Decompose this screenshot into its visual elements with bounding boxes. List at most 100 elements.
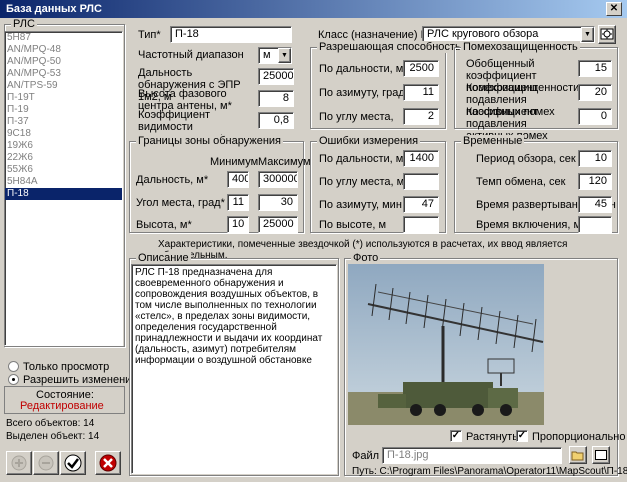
proportional-label: Пропорционально <box>532 431 626 443</box>
stretch-label: Растянуть <box>466 431 518 443</box>
radar-photo <box>348 264 544 425</box>
zone-max-1[interactable]: 30 <box>258 194 298 211</box>
radar-list-item[interactable]: П-19Т <box>5 92 122 104</box>
view-only-label: Только просмотр <box>23 361 110 373</box>
clear-photo-button[interactable] <box>592 446 610 464</box>
allow-edit-label: Разрешить изменения <box>23 374 138 386</box>
radar-list-item[interactable]: П-18 <box>5 188 122 200</box>
open-file-button[interactable] <box>569 446 587 464</box>
resolution-label-2: По углу места, <box>319 111 394 123</box>
timing-field-0[interactable]: 10 <box>578 150 612 167</box>
zone-min-2[interactable]: 10 <box>227 216 249 233</box>
radiohorizon-field[interactable]: 0,8 <box>258 112 294 129</box>
resolution-label-1: По азимуту, град <box>319 87 405 99</box>
zone-max-0[interactable]: 300000 <box>258 171 298 188</box>
stretch-checkbox[interactable]: ✓ <box>450 430 462 442</box>
blank-icon <box>595 450 607 460</box>
remove-button[interactable] <box>33 451 59 475</box>
type-label: Тип* <box>138 29 161 41</box>
radar-photo-image <box>348 264 544 425</box>
freq-dropdown-button[interactable]: ▼ <box>278 48 291 63</box>
errors-field-1[interactable] <box>403 173 439 190</box>
radar-list-item[interactable]: AN/MPQ-50 <box>5 56 122 68</box>
timing-label-0: Период обзора, сек <box>476 153 576 165</box>
check-icon <box>64 454 82 472</box>
radar-list-item[interactable]: AN/TPS-59 <box>5 80 122 92</box>
resolution-field-1[interactable]: 11 <box>403 84 439 101</box>
zone-label-1: Угол места, град* <box>136 197 225 209</box>
zone-max-header: Максимум <box>258 156 311 168</box>
radar-list-item[interactable]: П-19 <box>5 104 122 116</box>
radar-list-item[interactable]: 9С18 <box>5 128 122 140</box>
radar-list-item[interactable]: AN/MPQ-48 <box>5 44 122 56</box>
cancel-button[interactable] <box>95 451 121 475</box>
timing-label-3: Время включения, мин <box>476 219 594 231</box>
minus-icon <box>38 455 54 471</box>
resolution-field-0[interactable]: 2500 <box>403 60 439 77</box>
radar-list-item[interactable]: 5Н87 <box>5 32 122 44</box>
file-path: Путь: C:\Program Files\Panorama\Operator… <box>352 466 627 477</box>
window-titlebar: База данных РЛС <box>0 0 627 18</box>
timing-field-2[interactable]: 45 <box>578 196 612 213</box>
type-field[interactable]: П-18 <box>170 26 292 43</box>
zone-max-2[interactable]: 25000 <box>258 216 298 233</box>
resolution-label-0: По дальности, м <box>319 63 404 75</box>
timing-field-3[interactable] <box>578 216 612 233</box>
noise-field-1[interactable]: 20 <box>578 84 612 101</box>
description-title: Описание <box>136 252 191 264</box>
errors-label-3: По высоте, м <box>319 219 387 231</box>
errors-label-2: По азимуту, мин <box>319 199 402 211</box>
proportional-checkbox[interactable]: ✓ <box>516 430 528 442</box>
timing-label-1: Темп обмена, сек <box>476 176 566 188</box>
class-settings-button[interactable] <box>598 25 616 44</box>
plus-icon <box>11 455 27 471</box>
selected-object: Выделен объект: 14 <box>6 431 100 442</box>
allow-edit-radio[interactable] <box>8 374 19 385</box>
radar-list-item[interactable]: 19Ж6 <box>5 140 122 152</box>
add-button[interactable] <box>6 451 32 475</box>
window-title: База данных РЛС <box>6 3 102 15</box>
file-field[interactable]: П-18.jpg <box>382 447 562 464</box>
radar-list[interactable]: 5Н87 AN/MPQ-48 AN/MPQ-50 AN/MPQ-53 AN/TPS-59… <box>4 31 123 346</box>
description-text[interactable]: РЛС П-18 предназначена для своевременног… <box>131 264 337 474</box>
errors-label-0: По дальности, м <box>319 153 404 165</box>
state-value: Редактирование <box>20 400 104 412</box>
view-only-radio[interactable] <box>8 361 19 372</box>
noise-field-0[interactable]: 15 <box>578 60 612 77</box>
resolution-title: Разрешающая способность <box>317 41 463 53</box>
antenna-field[interactable]: 8 <box>258 90 294 107</box>
class-dropdown-button[interactable]: ▼ <box>581 27 594 42</box>
radar-list-item[interactable]: 55Ж6 <box>5 164 122 176</box>
radar-list-title: РЛС <box>11 18 37 30</box>
radar-list-item[interactable]: П-37 <box>5 116 122 128</box>
timing-title: Временные <box>461 135 525 147</box>
resolution-field-2[interactable]: 2 <box>403 108 439 125</box>
range-field[interactable]: 250000 <box>258 68 294 85</box>
errors-field-3[interactable] <box>403 216 439 233</box>
zone-title: Границы зоны обнаружения <box>136 135 284 147</box>
folder-icon <box>571 451 584 461</box>
radar-list-item[interactable]: 22Ж6 <box>5 152 122 164</box>
errors-field-0[interactable]: 1400 <box>403 150 439 167</box>
radar-list-item[interactable]: 5Н84А <box>5 176 122 188</box>
noise-title: Помехозащищенность <box>461 41 580 53</box>
zone-label-2: Высота, м* <box>136 219 192 231</box>
total-objects: Всего объектов: 14 <box>6 418 95 429</box>
timing-field-1[interactable]: 120 <box>578 173 612 190</box>
freq-label: Частотный диапазон <box>138 49 244 61</box>
cancel-icon <box>99 454 117 472</box>
apply-button[interactable] <box>60 451 86 475</box>
class-select-value: РЛС кругового обзора <box>427 28 539 40</box>
errors-label-1: По углу места, мин <box>319 176 417 188</box>
radar-list-item[interactable]: AN/MPQ-53 <box>5 68 122 80</box>
zone-min-1[interactable]: 11 <box>227 194 249 211</box>
errors-title: Ошибки измерения <box>317 135 421 147</box>
file-label: Файл <box>352 450 380 462</box>
freq-select-value: м <box>263 49 271 61</box>
zone-min-header: Минимум <box>210 156 259 168</box>
close-button[interactable]: ✕ <box>606 2 622 16</box>
zone-label-0: Дальность, м* <box>136 174 209 186</box>
errors-field-2[interactable]: 47 <box>403 196 439 213</box>
noise-field-2[interactable]: 0 <box>578 108 612 125</box>
zone-min-0[interactable]: 400 <box>227 171 249 188</box>
